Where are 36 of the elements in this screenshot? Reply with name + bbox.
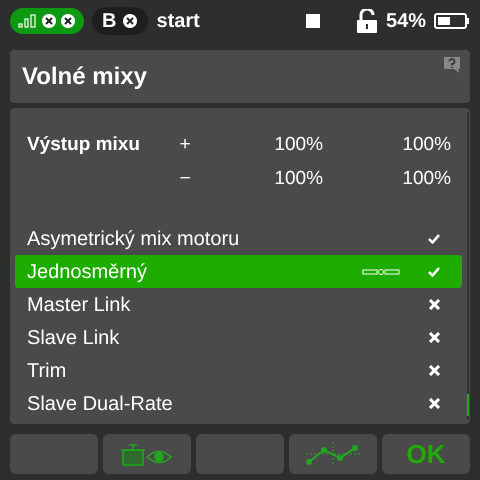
mix-row[interactable]: Master Link: [15, 288, 462, 321]
mix-row[interactable]: Trim: [15, 354, 462, 387]
page-title: Volné mixy: [22, 62, 147, 92]
stop-icon: [306, 14, 320, 28]
output-value: 100%: [401, 132, 451, 157]
output-label: Výstup mixu: [27, 134, 140, 155]
receiver-status[interactable]: B: [92, 7, 148, 35]
curve-icon: [306, 442, 360, 466]
curve-button[interactable]: [289, 434, 377, 474]
servo-eye-icon: [121, 442, 173, 466]
mix-name: Slave Link: [27, 326, 120, 350]
signal-icon: [18, 14, 38, 28]
sign-label: +: [178, 132, 192, 157]
telemetry-status[interactable]: [10, 8, 84, 34]
disconnected-icon: [41, 13, 57, 29]
scrollbar-thumb: [467, 394, 469, 416]
flight-mode: start: [156, 9, 200, 34]
mix-name: Jednosměrný: [27, 260, 148, 284]
mix-name: Trim: [27, 358, 68, 384]
mix-name: Master Link: [27, 292, 132, 318]
output-value: 100%: [401, 166, 451, 191]
mix-name: Slave Dual-Rate: [27, 392, 174, 416]
output-value: 100%: [273, 132, 323, 157]
mix-name: Asymetrický mix motoru: [27, 226, 240, 252]
unlocked-lock-icon: [356, 9, 378, 33]
sign-label: −: [178, 166, 192, 191]
disconnected-icon: [122, 13, 138, 29]
mix-row[interactable]: Slave Dual-Rate: [15, 387, 462, 420]
disconnected-icon: [60, 13, 76, 29]
mix-row[interactable]: Slave Link: [15, 321, 462, 354]
output-value: 100%: [273, 166, 323, 191]
servo-view-button[interactable]: [103, 434, 191, 474]
battery-percent: 54%: [386, 9, 426, 34]
help-icon[interactable]: [442, 56, 462, 74]
battery-icon: [434, 12, 470, 30]
mix-row[interactable]: Asymetrický mix motoru: [15, 222, 462, 255]
